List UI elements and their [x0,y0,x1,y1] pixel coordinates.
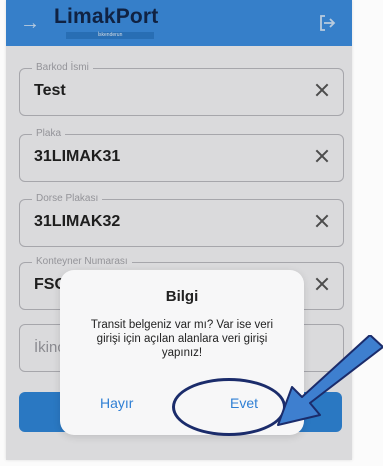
no-button[interactable]: Hayır [100,395,133,411]
annotation-ellipse [172,378,286,436]
dialog-title: Bilgi [165,288,199,305]
annotation-arrow-icon [277,335,383,426]
dialog-message: Transit belgeniz var mı? Var ise veri gi… [90,319,274,359]
